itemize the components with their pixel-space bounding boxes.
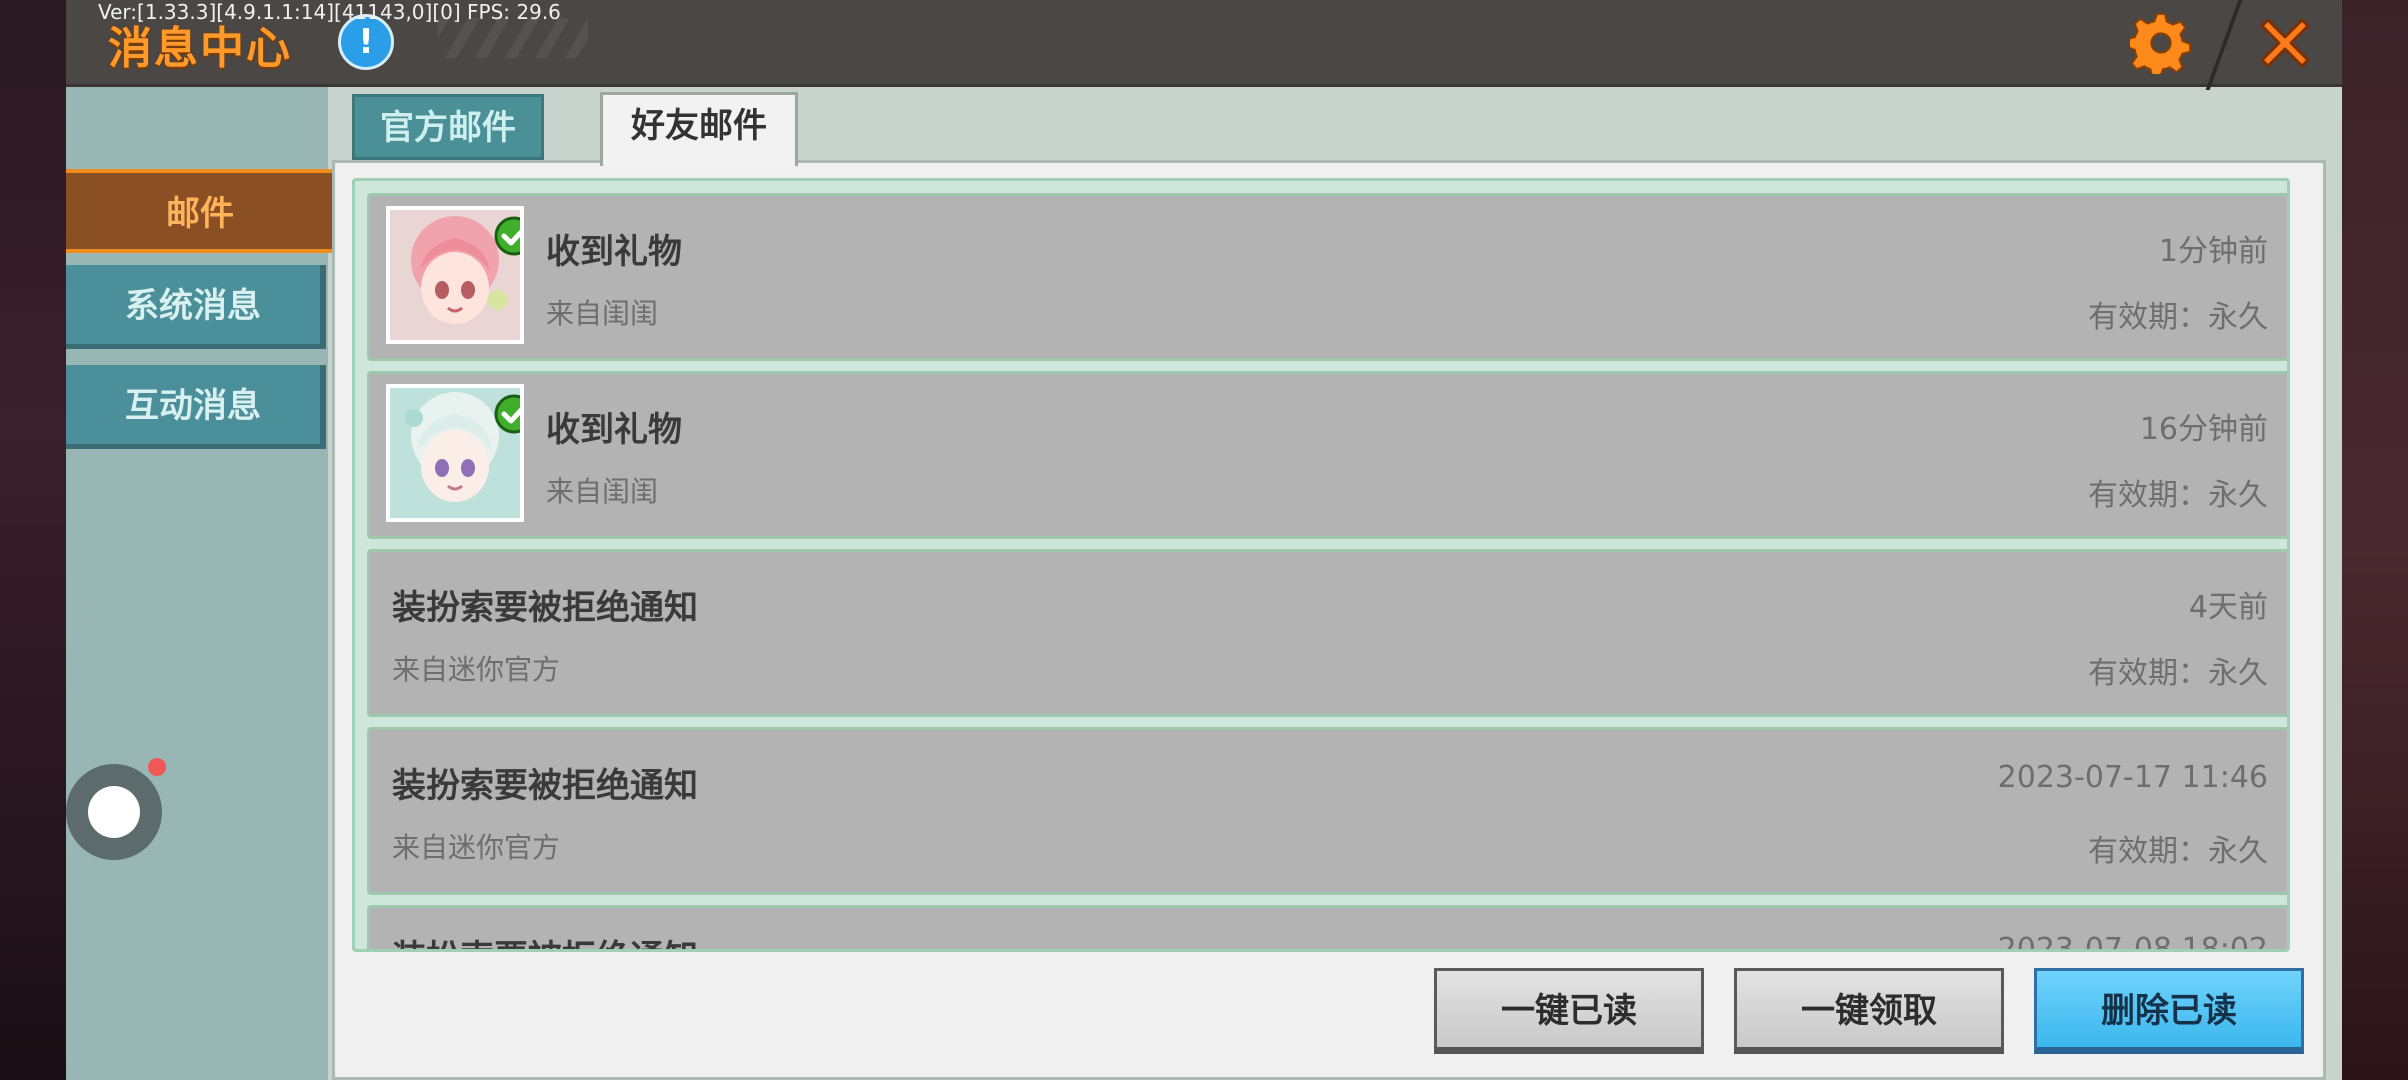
mail-title: 收到礼物 <box>546 410 682 450</box>
avatar <box>386 206 524 344</box>
mail-validity: 有效期：永久 <box>2088 300 2268 335</box>
mail-time: 1分钟前 <box>2158 234 2268 269</box>
title-divider <box>2205 0 2243 90</box>
mail-time: 2023-07-17 11:46 <box>1997 760 2268 795</box>
floating-assistant-button[interactable] <box>66 758 166 860</box>
list-item[interactable]: 装扮索要被拒绝通知 2023-07-08 18:02 <box>367 905 2287 952</box>
mail-sender: 来自迷你官方 <box>392 653 561 686</box>
mail-title: 装扮索要被拒绝通知 <box>392 930 698 949</box>
tab-official-mail[interactable]: 官方邮件 <box>352 94 544 160</box>
game-background-left <box>0 0 70 1080</box>
mail-time: 2023-07-08 18:02 <box>1997 932 2268 952</box>
list-item[interactable]: 装扮索要被拒绝通知 来自迷你官方 4天前 有效期：永久 <box>367 549 2287 717</box>
mail-title: 装扮索要被拒绝通知 <box>392 766 698 806</box>
mail-title: 装扮索要被拒绝通知 <box>392 588 698 628</box>
list-item[interactable]: 装扮索要被拒绝通知 来自迷你官方 2023-07-17 11:46 有效期：永久 <box>367 727 2287 895</box>
mail-title: 收到礼物 <box>546 232 682 272</box>
sidebar-item-interaction-messages[interactable]: 互动消息 <box>66 365 326 449</box>
list-item[interactable]: 收到礼物 来自闺闺 1分钟前 有效期：永久 <box>367 193 2287 361</box>
mail-time: 4天前 <box>2188 590 2268 625</box>
mail-sender: 来自闺闺 <box>546 297 659 330</box>
mail-validity: 有效期：永久 <box>2088 478 2268 513</box>
sidebar: 邮件 系统消息 互动消息 <box>66 87 338 1080</box>
mail-sender: 来自迷你官方 <box>392 831 561 864</box>
check-icon <box>494 394 520 434</box>
debug-overlay: Ver:[1.33.3][4.9.1.1:14][41143,0][0] FPS… <box>98 0 561 24</box>
claim-all-button[interactable]: 一键领取 <box>1734 968 2004 1054</box>
delete-read-button[interactable]: 删除已读 <box>2034 968 2304 1054</box>
game-background-right <box>2342 0 2408 1080</box>
decorative-stripes <box>438 18 588 58</box>
mail-validity: 有效期：永久 <box>2088 656 2268 691</box>
floating-button-core <box>88 786 140 838</box>
mail-validity: 有效期：永久 <box>2088 834 2268 869</box>
list-item[interactable]: 收到礼物 来自闺闺 16分钟前 有效期：永久 <box>367 371 2287 539</box>
notification-dot <box>148 758 166 776</box>
tab-friend-mail[interactable]: 好友邮件 <box>600 92 798 166</box>
message-center-window: 消息中心 ! Ver:[1.33.3][4.9.1.1:14][41143,0]… <box>66 0 2342 1080</box>
mail-list[interactable]: 收到礼物 来自闺闺 1分钟前 有效期：永久 收到礼物 来自闺闺 16分钟前 有效… <box>352 178 2290 952</box>
gear-icon[interactable] <box>2130 12 2192 74</box>
sidebar-item-system-messages[interactable]: 系统消息 <box>66 265 326 349</box>
mail-time: 16分钟前 <box>2139 412 2268 447</box>
avatar <box>386 384 524 522</box>
sidebar-item-mail[interactable]: 邮件 <box>66 169 338 253</box>
check-icon <box>494 216 520 256</box>
close-icon[interactable] <box>2252 10 2318 76</box>
mark-all-read-button[interactable]: 一键已读 <box>1434 968 1704 1054</box>
mail-sender: 来自闺闺 <box>546 475 659 508</box>
